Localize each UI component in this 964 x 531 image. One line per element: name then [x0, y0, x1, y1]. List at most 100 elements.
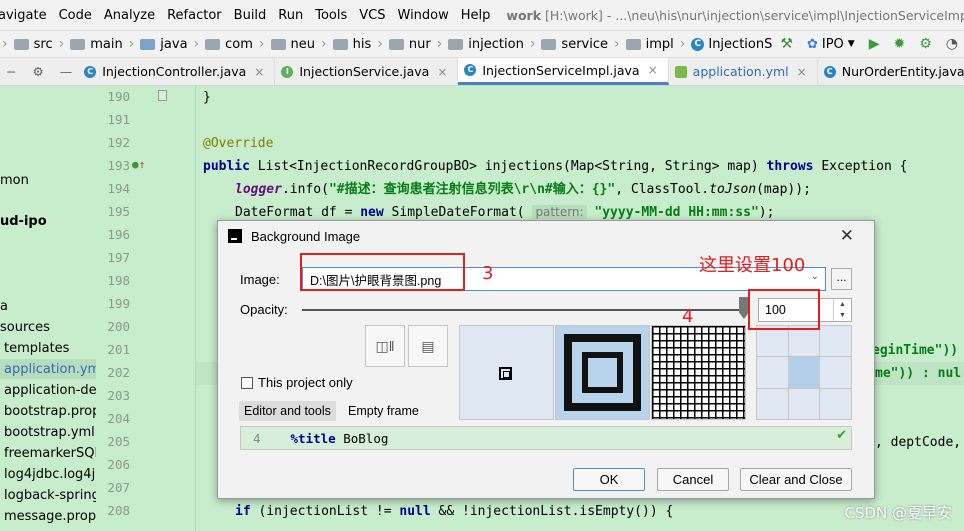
anchor-bottom-right[interactable] [820, 388, 851, 419]
menu-analyze[interactable]: Analyze [98, 8, 161, 23]
menu-window[interactable]: Window [392, 8, 455, 23]
close-icon[interactable]: × [254, 65, 264, 79]
flip-horizontal-button[interactable]: ◫‖ [365, 325, 405, 367]
code-line: } [203, 90, 211, 105]
coverage-icon[interactable]: ⚙ [919, 36, 932, 52]
minimize-icon[interactable]: — [60, 64, 73, 79]
menu-build[interactable]: Build [228, 8, 273, 23]
breadcrumb-src[interactable]: src [10, 37, 57, 52]
tree-item[interactable]: message.prope [0, 506, 96, 526]
chevron-down-icon[interactable]: ⌄ [811, 271, 819, 282]
anchor-middle-right[interactable] [820, 357, 851, 388]
tree-item[interactable]: logback-spring [0, 485, 96, 505]
dialog-title: Background Image [251, 228, 361, 244]
anchor-top-right[interactable] [820, 326, 851, 357]
tab-injection-service[interactable]: I InjectionService.java × [275, 58, 459, 85]
breadcrumb-main[interactable]: main [66, 37, 126, 52]
clear-and-close-button[interactable]: Clear and Close [740, 468, 852, 491]
line-number: 204 [107, 411, 130, 426]
tree-item[interactable]: sources [0, 317, 50, 337]
tree-item-application-yml[interactable]: application.yml [0, 359, 96, 379]
tree-item[interactable]: templates [0, 338, 69, 358]
class-icon: C [464, 64, 477, 76]
close-icon[interactable]: × [648, 63, 658, 77]
fill-scale-option[interactable] [555, 325, 650, 420]
breadcrumb-his[interactable]: his [329, 37, 376, 52]
tree-item[interactable]: mon [0, 170, 29, 190]
tree-item[interactable]: log4jdbc.log4j2 [0, 464, 96, 484]
annotation-box-image [300, 253, 465, 291]
code-line: logger.info("#描述：查询患者注射信息列表\r\n#输入：{}", … [235, 182, 811, 197]
line-number: 196 [107, 227, 130, 242]
preview-editor: 4 %title BoBlog ✔ [240, 426, 852, 450]
separator: › [2, 36, 8, 52]
close-icon[interactable]: × [437, 65, 447, 79]
target-empty-frame[interactable]: Empty frame [343, 401, 424, 421]
anchor-middle-left[interactable] [757, 357, 788, 388]
menu-vcs[interactable]: VCS [353, 8, 391, 23]
tree-item[interactable]: freemarkerSQL [0, 443, 96, 463]
tab-nur-order-entity[interactable]: C NurOrderEntity.java [818, 58, 964, 85]
this-project-only-checkbox[interactable]: This project only [241, 375, 353, 390]
breadcrumb-java[interactable]: java [136, 37, 191, 52]
tree-item[interactable]: application-dev [0, 380, 96, 400]
annotation-step-4: 4 [682, 306, 694, 327]
fill-plain-option[interactable] [459, 325, 554, 420]
hammer-icon[interactable]: ⚒ [780, 36, 793, 52]
run-config-select[interactable]: ✿ IPO ▼ [807, 37, 855, 52]
class-icon: C [84, 65, 97, 78]
line-number: 190 [107, 89, 130, 104]
gear-icon[interactable]: ⚙ [32, 64, 43, 79]
breadcrumb-injection[interactable]: injection [444, 37, 528, 52]
anchor-bottom-left[interactable] [757, 388, 788, 419]
close-icon[interactable]: ✕ [840, 226, 854, 246]
anchor-bottom-center[interactable] [788, 388, 820, 419]
tree-item[interactable]: bootstrap.prop [0, 401, 96, 421]
line-number: 200 [107, 319, 130, 334]
menu-refactor[interactable]: Refactor [161, 8, 228, 23]
menu-navigate[interactable]: avigate [0, 8, 53, 23]
breadcrumb-com[interactable]: com [201, 37, 257, 52]
implements-marker-icon[interactable]: ●↑ [132, 158, 145, 171]
folder-icon [70, 38, 86, 50]
anchor-top-left[interactable] [757, 326, 788, 357]
fold-marker-icon[interactable] [158, 90, 167, 101]
browse-button[interactable]: ... [831, 268, 852, 290]
debug-icon[interactable]: ✹ [893, 36, 905, 52]
tree-item[interactable]: bootstrap.yml [0, 422, 95, 442]
anchor-top-center[interactable] [788, 326, 820, 357]
fill-tile-option[interactable] [651, 325, 746, 420]
tree-item[interactable]: a [0, 296, 8, 316]
flip-vertical-button[interactable]: ▤ [408, 325, 448, 367]
image-label: Image: [240, 272, 280, 287]
collapse-icon[interactable]: − [6, 64, 16, 79]
tree-item[interactable]: ud-ipo [0, 211, 47, 231]
tab-injection-controller[interactable]: C InjectionController.java × [78, 58, 276, 85]
line-number: 206 [107, 457, 130, 472]
intellij-logo-icon [228, 229, 242, 243]
breadcrumb-service[interactable]: service [537, 37, 612, 52]
breadcrumb-impl[interactable]: impl [622, 37, 678, 52]
tab-application-yml[interactable]: application.yml × [669, 58, 818, 85]
menu-help[interactable]: Help [455, 8, 497, 23]
run-icon[interactable]: ▶ [869, 36, 880, 52]
tab-injection-service-impl[interactable]: C InjectionServiceImpl.java × [458, 58, 669, 85]
checkbox-icon[interactable] [241, 376, 253, 389]
class-icon: C [691, 37, 705, 51]
profile-icon[interactable]: ◔ [946, 36, 958, 52]
line-number: 208 [107, 503, 130, 518]
menu-code[interactable]: Code [53, 8, 98, 23]
anchor-selector[interactable] [756, 325, 852, 420]
menu-run[interactable]: Run [272, 8, 309, 23]
menu-tools[interactable]: Tools [309, 8, 353, 23]
close-icon[interactable]: × [797, 65, 807, 79]
cancel-button[interactable]: Cancel [657, 468, 729, 491]
target-editor-and-tools[interactable]: Editor and tools [239, 401, 336, 421]
anchor-center[interactable] [788, 357, 820, 388]
line-number: 205 [107, 434, 130, 449]
opacity-slider-track[interactable] [302, 309, 744, 311]
breadcrumb-nur[interactable]: nur [385, 37, 435, 52]
ok-button[interactable]: OK [573, 468, 645, 491]
spinner-arrows[interactable]: ▲ ▼ [833, 299, 851, 321]
breadcrumb-neu[interactable]: neu [267, 37, 319, 52]
